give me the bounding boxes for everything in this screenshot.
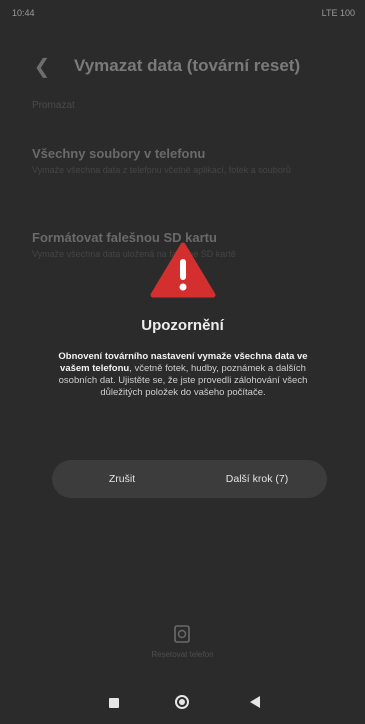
section-label: Promazat [32, 100, 75, 111]
warning-dialog: Upozornění Obnovení továrního nastavení … [0, 225, 365, 515]
back-triangle-icon[interactable] [250, 696, 260, 708]
warning-triangle-icon [150, 242, 216, 298]
back-button[interactable]: ❮ [28, 52, 56, 80]
cancel-button[interactable]: Zrušit [52, 460, 192, 498]
back-arrow-icon: ❮ [33, 55, 51, 78]
setting-all-files[interactable]: Všechny soubory v telefonu Vymaže všechn… [32, 146, 332, 176]
setting-title: Všechny soubory v telefonu [32, 146, 206, 161]
next-step-button[interactable]: Další krok (7) [187, 460, 327, 498]
dialog-message: Obnovení továrního nastavení vymaže všec… [58, 351, 308, 399]
navigation-bar [0, 690, 365, 718]
status-time: 10:44 [12, 8, 35, 18]
reset-label: Resetovat telefon [151, 650, 214, 659]
dialog-button-row: Zrušit Další krok (7) [52, 460, 327, 498]
top-bar: ❮ Vymazat data (tovární reset) [0, 46, 365, 86]
page-title: Vymazat data (tovární reset) [74, 56, 301, 75]
status-indicators: LTE 100 [321, 8, 355, 18]
home-circle-icon[interactable] [175, 695, 189, 709]
recents-square-icon[interactable] [109, 698, 119, 708]
dialog-title: Upozornění [141, 317, 224, 334]
setting-subtitle: Vymaže všechna data z telefonu včetně ap… [32, 165, 291, 175]
status-bar: 10:44 LTE 100 [0, 0, 365, 26]
reset-icon[interactable] [172, 624, 192, 644]
